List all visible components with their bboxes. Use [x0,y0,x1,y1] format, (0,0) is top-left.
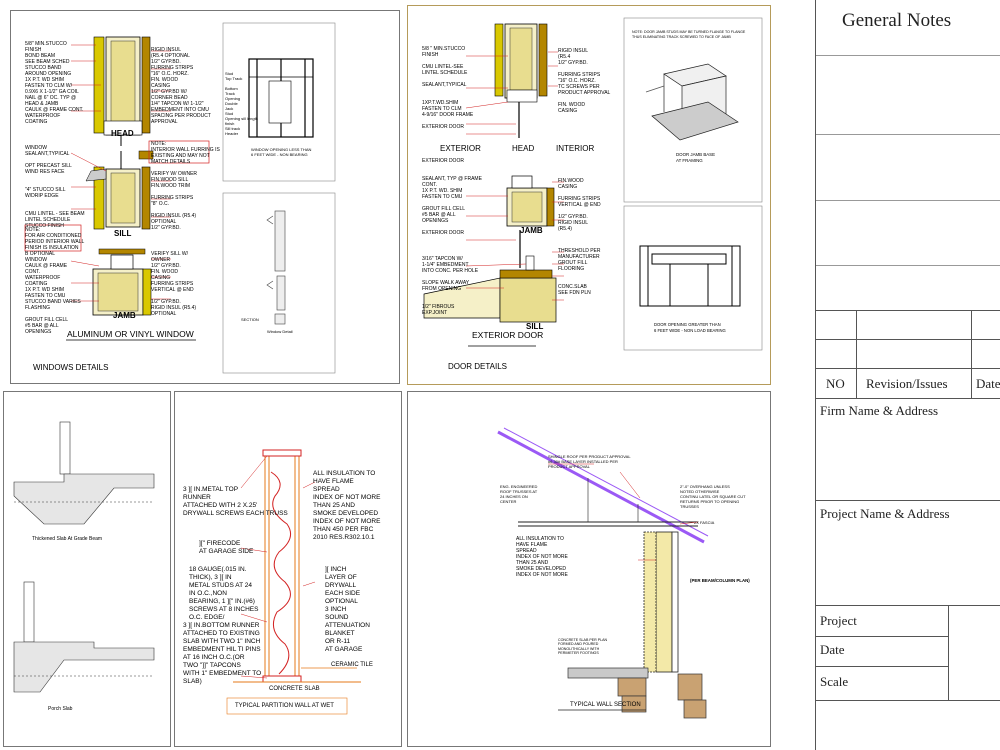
door-jamb-label: JAMB [520,226,543,235]
door-head-notes-left: 5/8 " MIN.STUCCO FINISH CMU LINTEL-SEE L… [422,46,474,130]
col-date: Date [976,376,1000,391]
partition-concrete-slab: CONCRETE SLAB [269,686,320,692]
firm-name-address: Firm Name & Address [820,403,939,418]
tb-divider [816,368,1000,369]
tb-divider [816,339,1000,340]
door-jamb-notes-right: FIN.WOOD CASING FURRING STRIPS VERTICAL … [558,178,601,232]
door-iso-note: NOTE: DOOR JAMB STUDS MAY BE TURNED FLAN… [632,30,746,39]
partition-wall-section [262,449,302,683]
door-head-detail [494,23,548,138]
partition-wall-panel: 3 ][ IN.METAL TOP RUNNER ATTACHED WITH 2… [174,391,402,747]
door-head-label: HEAD [512,144,535,153]
window-sill-notes-left: WINDOW SEALANT,TYPICAL OPT PRECAST SILL … [25,145,85,229]
window-section-caption: Window Detail [267,329,293,334]
tb-col-divider [948,605,949,700]
door-sill-notes-right: THRESHOLD PER MANUFACTURER GROUT FILL FL… [558,248,601,296]
porch-slab-detail [13,581,155,693]
window-jamb-notes-left: NOTE: FOR AIR CONDITIONED PERIOD INTERIO… [25,227,85,335]
door-head-notes-right: RIGID INSUL (R5.4 1/2" GYP.BD. FURRING S… [558,48,611,114]
wall-section-caption: TYPICAL WALL SECTION [570,702,641,708]
tb-divider [816,134,1000,135]
col-no: NO [826,376,845,391]
door-interior-label: INTERIOR [556,144,595,153]
window-jamb-detail [92,248,152,316]
wall-note-fascia: 2X FASCIA [694,520,715,525]
tb-divider [816,398,1000,399]
wall-note-overhang: 2"-0" OVERHANG UNLESS NOTED OTHERWISE CO… [680,484,746,509]
wall-note-trusses: ENG. ENGINEERED ROOF TRUSSES AT 24 INCHE… [500,484,538,504]
wall-note-foundation: CONCRETE SLAB PER PLAN FORMED AND POURED… [558,638,608,656]
window-subtitle: ALUMINUM OR VINYL WINDOW [67,329,194,339]
col-revision: Revision/Issues [866,376,948,391]
partition-note-firecode: ][" FIRECODE AT GARAGE SIDE [199,540,254,555]
tb-divider [816,700,1000,701]
window-sill-detail [85,150,154,230]
foundation [567,667,707,719]
door-details-panel: 5/8 " MIN.STUCCO FINISH CMU LINTEL-SEE L… [407,5,771,385]
door-elevation-caption: DOOR OPENING GREATER THAN 6 FEET WIDE - … [654,322,726,333]
door-jamb-notes-left: EXTERIOR DOOR SEALANT, TYP @ FRAME CONT.… [422,158,482,236]
door-details-title: DOOR DETAILS [448,362,507,371]
window-jamb-notes-right: VERIFY SILL W/ OWNER 1/2" GYP.BD. FIN. W… [151,251,197,317]
door-iso-caption: DOOR JAMB BASE AT FRAMING [676,152,716,163]
partition-note-bottom-runner: 3 ][ IN.BOTTOM RUNNER ATTACHED TO EXISTI… [183,622,262,685]
windows-details-panel: 5/8" MIN.STUCCO FINISH BOND BEAM SEE BEA… [10,10,400,384]
tb-divider [816,200,1000,201]
door-subtitle: EXTERIOR DOOR [472,330,544,340]
partition-note-drywall: ][ INCH LAYER OF DRYWALL EACH SIDE OPTIO… [325,566,370,653]
slab-details-panel: Thickened Slab At Grade Beam Porch Slab [3,391,171,747]
tb-divider [816,265,1000,266]
door-jamb-detail [506,175,555,268]
window-head-notes-right: RIGID INSUL (R5.4 OPTIONAL 1/2" GYP.BD. … [151,47,211,125]
thickened-slab-caption: Thickened Slab At Grade Beam [32,536,103,542]
project-label: Project [820,613,857,628]
porch-slab-caption: Porch Slab [48,706,73,712]
project-name-address: Project Name & Address [820,506,950,521]
date-label: Date [820,642,845,657]
door-exterior-label: EXTERIOR [440,144,481,153]
wall-section-panel: SHINGLE ROOF PER PRODUCT APPROVAL #6 30#… [407,391,771,747]
tb-col-divider [856,310,857,398]
partition-note-insulation: ALL INSULATION TO HAVE FLAME SPREAD INDE… [313,470,381,541]
window-elevation-notes: Stud Top Track Bottom Track Opening Doub… [225,71,258,136]
wall-section-body [643,531,679,673]
partition-ceramic-tile: CERAMIC TILE [331,662,373,668]
window-jamb-label: JAMB [113,311,136,320]
scale-label: Scale [820,674,849,689]
window-sill-label: SILL [114,229,132,238]
tb-divider [816,605,1000,606]
window-head-label: HEAD [111,129,134,138]
partition-note-studs: 18 GAUGE(.015 IN. THICK), 3 ][ IN METAL … [189,566,259,621]
tb-divider [816,310,1000,311]
tb-col-divider [971,310,972,398]
tb-divider [816,55,1000,56]
window-head-notes-left: 5/8" MIN.STUCCO FINISH BOND BEAM SEE BEA… [25,41,84,125]
wall-note-insulation: ALL INSULATION TO HAVE FLAME SPREAD INDE… [516,536,568,578]
thickened-slab-detail [13,421,155,525]
general-notes-heading: General Notes [842,10,952,31]
door-sill-notes-left: 3/16" TAPCON W/ 1-1/4" EMBEDMENT INTO CO… [422,256,479,316]
tb-divider [816,500,1000,501]
tb-divider [816,636,948,637]
wall-section-drawing [497,427,709,719]
wall-note-beam: (PER BEAM/COLUMN PLAN) [690,578,750,583]
wall-note-roof: SHINGLE ROOF PER PRODUCT APPROVAL #6 30#… [548,454,631,469]
title-block: General Notes NO Revision/Issues Date Fi… [815,0,1000,750]
window-section-label: SECTION [241,317,259,322]
tb-divider [816,666,948,667]
window-elevation-caption: WINDOW OPENING LESS THAN 6 FEET WIDE - N… [251,147,312,157]
window-sill-notes-right: NOTE: INTERIOR WALL FURRING IS EXISTING … [151,141,220,231]
partition-note-top-runner: 3 ][ IN.METAL TOP RUNNER ATTACHED WITH 2… [183,486,288,517]
windows-details-title: WINDOWS DETAILS [33,363,109,372]
partition-caption: TYPICAL PARTITION WALL AT WET [235,703,334,709]
slab-details-drawing [13,421,155,693]
truss-and-ceiling [518,478,698,527]
